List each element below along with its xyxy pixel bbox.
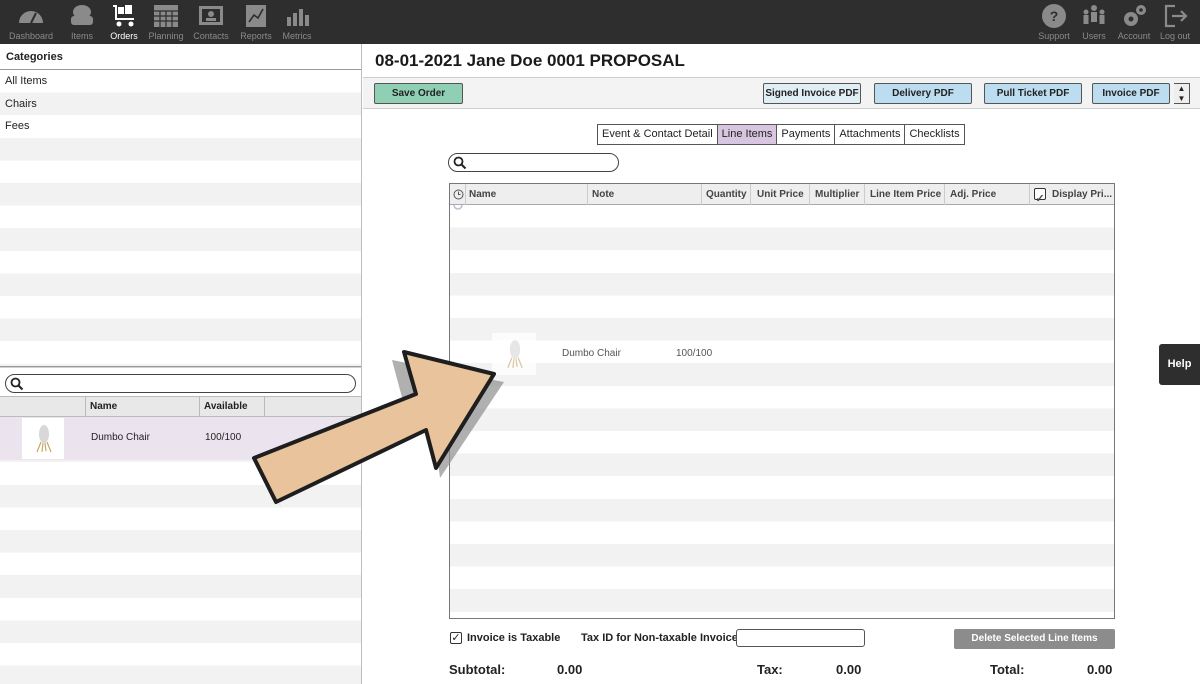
- nav-label: Dashboard: [8, 31, 54, 41]
- tab-payments[interactable]: Payments: [777, 124, 836, 145]
- delete-line-items-button[interactable]: Delete Selected Line Items: [954, 629, 1115, 649]
- drop-indicator: [453, 205, 463, 210]
- signed-invoice-pdf-button[interactable]: Signed Invoice PDF: [763, 83, 861, 104]
- calendar-icon: [154, 5, 178, 27]
- delivery-pdf-button[interactable]: Delivery PDF: [874, 83, 972, 104]
- taxable-checkbox[interactable]: ✓: [450, 632, 462, 644]
- taxable-label: Invoice is Taxable: [467, 632, 561, 644]
- inventory-item-name: Dumbo Chair: [91, 432, 150, 443]
- tab-line-items[interactable]: Line Items: [717, 124, 778, 145]
- display-price-checkbox[interactable]: ✓: [1034, 188, 1046, 205]
- line-items-grid: Name Note Quantity Unit Price Multiplier…: [449, 183, 1115, 619]
- search-icon: [453, 156, 467, 170]
- armchair-icon: [71, 5, 93, 25]
- help-button[interactable]: Help: [1159, 344, 1200, 385]
- categories-header: Categories: [0, 44, 361, 70]
- inventory-search: [0, 368, 361, 396]
- chair-icon: [36, 425, 52, 453]
- left-pane: Categories All Items Chairs Fees Name Av…: [0, 44, 362, 684]
- gears-icon: [1124, 5, 1146, 26]
- page-title: 08-01-2021 Jane Doe 0001 PROPOSAL: [375, 51, 685, 70]
- chevron-down-icon: ▼: [1177, 94, 1186, 103]
- question-icon: ?: [1042, 4, 1066, 28]
- nav-label: Contacts: [193, 31, 229, 41]
- chevron-up-icon: ▲: [1177, 84, 1186, 93]
- inventory-search-input[interactable]: [5, 374, 356, 393]
- total-label: Total:: [990, 662, 1025, 677]
- chair-thumbnail[interactable]: [22, 418, 64, 459]
- bar-chart-icon: [287, 9, 309, 26]
- line-items-header: Name Note Quantity Unit Price Multiplier…: [450, 184, 1114, 205]
- clock-icon[interactable]: [453, 189, 464, 200]
- column-adj-price[interactable]: Adj. Price: [950, 184, 996, 205]
- column-display-price[interactable]: Display Pri...: [1052, 184, 1112, 205]
- inventory-row[interactable]: Dumbo Chair 100/100: [0, 417, 361, 460]
- tax-value: 0.00: [836, 662, 862, 677]
- line-chart-icon: [246, 5, 266, 27]
- inventory-header: Name Available: [0, 396, 361, 417]
- tax-label: Tax:: [757, 662, 783, 677]
- nav-label: Planning: [148, 31, 184, 41]
- order-toolbar: Save Order Signed Invoice PDF Delivery P…: [363, 77, 1200, 109]
- total-value: 0.00: [1087, 662, 1113, 677]
- nav-logout[interactable]: Log out: [1150, 0, 1200, 44]
- inventory-item-available: 100/100: [205, 432, 242, 443]
- save-order-button[interactable]: Save Order: [374, 83, 463, 104]
- category-item[interactable]: Fees: [0, 115, 361, 138]
- tax-id-label: Tax ID for Non-taxable Invoice:: [581, 632, 742, 644]
- address-card-icon: [199, 6, 223, 25]
- nav-dashboard[interactable]: Dashboard: [6, 0, 56, 44]
- users-icon: [1083, 5, 1105, 24]
- invoice-pdf-options[interactable]: ▲ ▼: [1174, 83, 1190, 104]
- nav-label: Log out: [1159, 31, 1191, 41]
- gauge-icon: [19, 11, 43, 24]
- column-name[interactable]: Name: [90, 397, 117, 417]
- top-nav: Dashboard Items Orders Planning Contacts…: [0, 0, 1200, 44]
- invoice-pdf-button[interactable]: Invoice PDF: [1092, 83, 1170, 104]
- search-icon: [10, 377, 24, 391]
- nav-metrics[interactable]: Metrics: [272, 0, 322, 44]
- cart-icon: [113, 5, 134, 27]
- tab-attachments[interactable]: Attachments: [835, 124, 906, 145]
- category-item[interactable]: All Items: [0, 70, 361, 93]
- tab-event-contact[interactable]: Event & Contact Detail: [597, 124, 718, 145]
- nav-label: Metrics: [282, 31, 312, 41]
- column-note[interactable]: Note: [592, 184, 614, 205]
- order-tabs: Event & Contact Detail Line Items Paymen…: [597, 124, 965, 145]
- pull-ticket-pdf-button[interactable]: Pull Ticket PDF: [984, 83, 1082, 104]
- tab-checklists[interactable]: Checklists: [905, 124, 965, 145]
- column-available[interactable]: Available: [204, 397, 248, 417]
- nav-planning[interactable]: Planning: [141, 0, 191, 44]
- chair-icon: [507, 340, 523, 369]
- svg-text:?: ?: [1050, 8, 1059, 24]
- category-item[interactable]: Chairs: [0, 93, 361, 116]
- inventory-list: Dumbo Chair 100/100: [0, 417, 361, 684]
- line-items-body[interactable]: Dumbo Chair 100/100: [450, 205, 1114, 618]
- logout-icon: [1164, 4, 1188, 28]
- dragged-item-name: Dumbo Chair: [562, 348, 621, 359]
- subtotal-label: Subtotal:: [449, 662, 506, 677]
- order-pane: 08-01-2021 Jane Doe 0001 PROPOSAL Save O…: [363, 44, 1200, 684]
- nav-contacts[interactable]: Contacts: [186, 0, 236, 44]
- column-unit-price[interactable]: Unit Price: [757, 184, 804, 205]
- subtotal-value: 0.00: [557, 662, 583, 677]
- line-item-search-input[interactable]: [448, 153, 619, 172]
- dragged-item-available: 100/100: [676, 348, 713, 359]
- column-line-item-price[interactable]: Line Item Price: [870, 184, 941, 205]
- tax-id-input[interactable]: [736, 629, 865, 647]
- column-multiplier[interactable]: Multiplier: [815, 184, 859, 205]
- column-quantity[interactable]: Quantity: [706, 184, 747, 205]
- dragged-item-thumbnail: [492, 333, 536, 375]
- column-name[interactable]: Name: [469, 184, 496, 205]
- category-list[interactable]: All Items Chairs Fees: [0, 70, 361, 366]
